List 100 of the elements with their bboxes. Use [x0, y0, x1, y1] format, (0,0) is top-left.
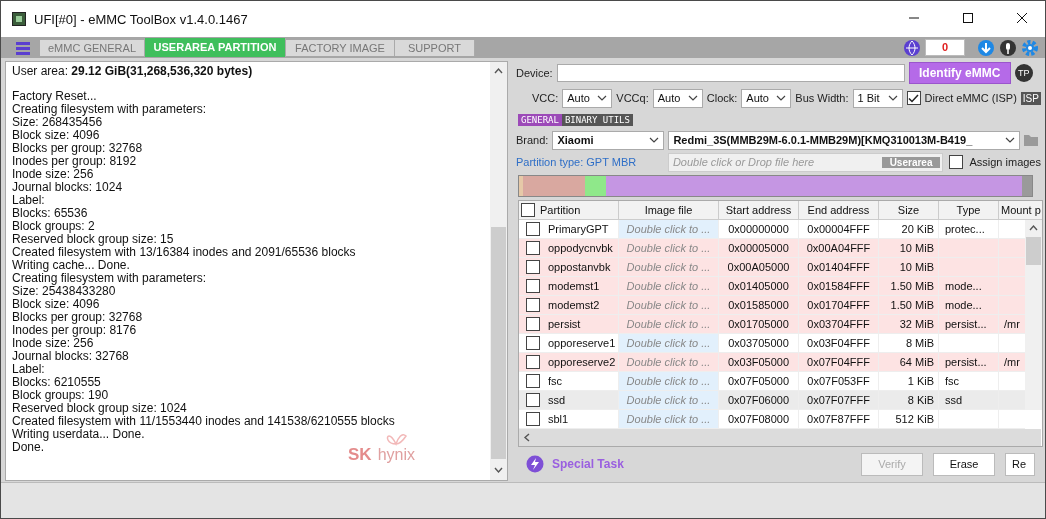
- vendor-logo-text: SK: [348, 448, 372, 461]
- log-line: Reserved block group size: 15: [12, 232, 174, 246]
- column-header[interactable]: Type: [939, 201, 999, 219]
- table-cell: sbl1: [548, 413, 569, 425]
- checkbox[interactable]: [526, 260, 540, 274]
- table-cell: 0x07F08000: [727, 413, 790, 425]
- table-row[interactable]: PrimaryGPT Double click to ... 0x00000000 0x00004FFF 20 KiB protec...: [519, 220, 1025, 239]
- checkbox[interactable]: [526, 355, 540, 369]
- file-drop-field[interactable]: Double click or Drop file here: [672, 156, 882, 168]
- dropdown[interactable]: Auto: [562, 88, 613, 108]
- model-dropdown[interactable]: Redmi_3S(MMB29M-6.0.1-MMB29M)[KMQ310013M-B419_: [668, 130, 1021, 150]
- tp-badge[interactable]: TP: [1014, 64, 1033, 82]
- check-icon: [908, 93, 920, 103]
- table-row[interactable]: oppodycnvbk Double click to ... 0x00005000 0x00A04FFF 10 MiB: [519, 239, 1025, 258]
- checkbox-label: Direct eMMC (ISP): [924, 92, 1017, 104]
- table-row[interactable]: fsc Double click to ... 0x07F05000 0x07F053FF 1 KiB fsc: [519, 372, 1025, 391]
- horizontal-scrollbar[interactable]: [519, 429, 1041, 446]
- table-cell: oppodycnvbk: [548, 242, 613, 254]
- column-header[interactable]: End address: [799, 201, 879, 219]
- table-cell: PrimaryGPT: [548, 223, 609, 235]
- field-label: Device:: [516, 67, 553, 79]
- table-cell: persist...: [945, 356, 987, 368]
- action-button[interactable]: Re: [1005, 452, 1035, 476]
- table-cell: 0x07F87FFF: [807, 413, 870, 425]
- counter-badge: 0: [925, 39, 965, 56]
- table-cell: persist...: [945, 318, 987, 330]
- checkbox[interactable]: [526, 279, 540, 293]
- checkbox[interactable]: [526, 298, 540, 312]
- checkbox[interactable]: [526, 241, 540, 255]
- download-icon[interactable]: [977, 38, 995, 57]
- table-cell: 0x00000000: [728, 223, 789, 235]
- userarea-badge: Userarea: [881, 156, 941, 168]
- pin-icon[interactable]: [999, 38, 1017, 57]
- tab[interactable]: BINARY UTILS: [561, 113, 633, 126]
- table-cell: 20 KiB: [901, 223, 934, 235]
- log-line: Inode size: 256: [12, 336, 94, 350]
- table-row[interactable]: opporeserve1 Double click to ... 0x03705000 0x03F04FFF 8 MiB: [519, 334, 1025, 353]
- checkbox[interactable]: [526, 336, 540, 350]
- field-label: VCC:: [532, 92, 559, 104]
- column-header[interactable]: Mount p: [999, 201, 1042, 219]
- table-cell: persist: [548, 318, 581, 330]
- dropdown[interactable]: Auto: [741, 88, 792, 108]
- table-row[interactable]: ssd Double click to ... 0x07F06000 0x07F07FFF 8 KiB ssd: [519, 391, 1025, 410]
- log-line: Blocks per group: 32768: [12, 310, 143, 324]
- log-line: Blocks: 65536: [12, 206, 88, 220]
- checkbox[interactable]: [906, 91, 921, 105]
- table-row[interactable]: sbl1 Double click to ... 0x07F08000 0x07F87FFF 512 KiB: [519, 410, 1025, 429]
- table-row[interactable]: opporeserve2 Double click to ... 0x03F05000 0x07F04FFF 64 MiB persist... /mr: [519, 353, 1025, 372]
- table-cell: 0x03F04FFF: [807, 337, 870, 349]
- column-header[interactable]: Size: [879, 201, 939, 219]
- field-label: Bus Width:: [795, 92, 849, 104]
- table-row[interactable]: persist Double click to ... 0x01705000 0x03704FFF 32 MiB persist... /mr: [519, 315, 1025, 334]
- checkbox[interactable]: [526, 412, 540, 426]
- column-header[interactable]: Start address: [719, 201, 799, 219]
- checkbox[interactable]: [949, 155, 964, 169]
- action-button[interactable]: Erase: [933, 452, 995, 476]
- log-line: Block size: 4096: [12, 297, 100, 311]
- device-field[interactable]: [556, 64, 905, 82]
- log-line: Creating filesystem with parameters:: [12, 102, 207, 116]
- table-cell: opporeserve1: [548, 337, 616, 349]
- table-cell: 0x01404FFF: [807, 261, 870, 273]
- menu-icon[interactable]: [16, 40, 30, 55]
- table-cell: 1.50 MiB: [890, 280, 934, 292]
- table-cell: /mr: [1004, 318, 1020, 330]
- checkbox[interactable]: [526, 222, 540, 236]
- dropdown[interactable]: Auto: [652, 88, 703, 108]
- brand-dropdown[interactable]: Xiaomi: [552, 130, 665, 150]
- column-header-label: Partition: [540, 204, 581, 216]
- table-cell: 64 MiB: [899, 356, 934, 368]
- table-row[interactable]: modemst2 Double click to ... 0x01585000 0x01704FFF 1.50 MiB mode...: [519, 296, 1025, 315]
- log-line: Block groups: 190: [12, 388, 109, 402]
- table-cell: /mr: [1004, 356, 1020, 368]
- checkbox-label: Assign images: [969, 156, 1041, 168]
- table-cell: 0x03704FFF: [807, 318, 870, 330]
- table-cell: 0x00005000: [728, 242, 789, 254]
- table-row[interactable]: oppostanvbk Double click to ... 0x00A05000 0x01404FFF 10 MiB: [519, 258, 1025, 277]
- app-icon: [12, 12, 26, 26]
- checkbox[interactable]: [521, 203, 535, 217]
- table-cell: protec...: [945, 223, 985, 235]
- vertical-scrollbar[interactable]: [490, 62, 507, 480]
- table-cell: 0x03F05000: [727, 356, 790, 368]
- table-cell: mode...: [945, 280, 982, 292]
- table-cell: 0x07F06000: [727, 394, 790, 406]
- table-cell: 0x00A04FFF: [806, 242, 871, 254]
- table-cell: 0x01584FFF: [807, 280, 870, 292]
- checkbox[interactable]: [526, 393, 540, 407]
- table-cell: 0x07F053FF: [807, 375, 870, 387]
- dropdown[interactable]: 1 Bit: [852, 88, 903, 108]
- table-row[interactable]: modemst1 Double click to ... 0x01405000 0x01584FFF 1.50 MiB mode...: [519, 277, 1025, 296]
- log-line: Writing cache... Done.: [12, 258, 130, 272]
- checkbox[interactable]: [526, 317, 540, 331]
- column-header[interactable]: Image file: [619, 201, 719, 219]
- globe-icon[interactable]: [903, 38, 921, 57]
- tab[interactable]: GENERAL: [518, 113, 562, 126]
- vertical-scrollbar[interactable]: [1025, 220, 1042, 410]
- log-line: Factory Reset...: [12, 89, 97, 103]
- checkbox[interactable]: [526, 374, 540, 388]
- table-cell: 512 KiB: [895, 413, 934, 425]
- table-cell: fsc: [548, 375, 563, 387]
- field-label: VCCq:: [616, 92, 649, 104]
